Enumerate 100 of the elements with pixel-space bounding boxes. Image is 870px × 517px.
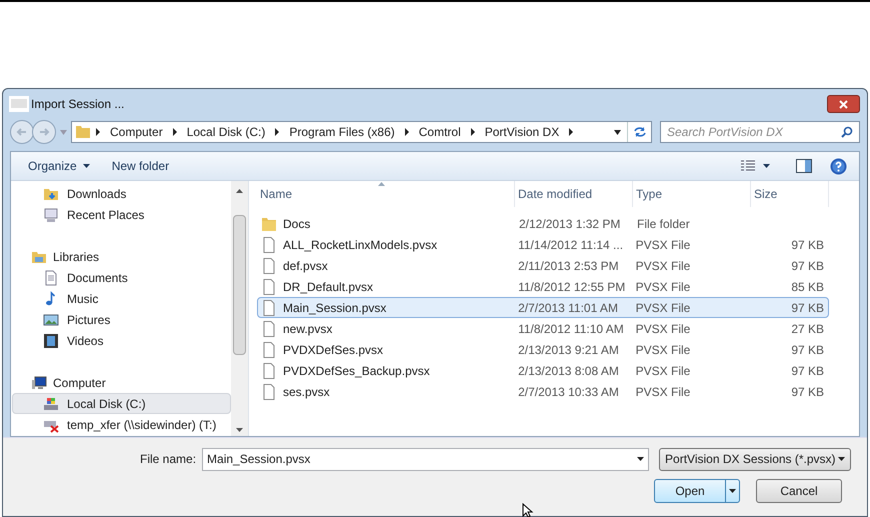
date-cell-text: 11/8/2012 12:55 PM (517, 278, 626, 296)
column-header[interactable]: Name (257, 181, 515, 207)
folder-icon (75, 124, 91, 140)
file-row[interactable]: ses.pvsx 2/7/2013 10:33 AM PVSX File 97 KB (257, 381, 829, 402)
sidebar-item[interactable]: Local Disk (C:) (12, 393, 231, 414)
dropdown-arrow-icon (60, 130, 67, 134)
sidebar-group[interactable]: Libraries (12, 246, 231, 267)
dropdown-arrow-icon (614, 130, 621, 134)
file-icon (261, 342, 277, 358)
search-icon (841, 126, 853, 138)
column-header[interactable]: Date modified (515, 181, 633, 207)
file-row[interactable]: PVDXDefSes.pvsx 2/13/2013 9:21 AM PVSX File 97 KB (257, 339, 829, 360)
file-icon (261, 300, 277, 316)
dropdown-arrow-icon (637, 457, 644, 461)
date-cell-text: 2/13/2013 8:08 AM (517, 362, 620, 380)
breadcrumb-item[interactable]: Computer (110, 123, 163, 141)
file-name: def.pvsx (283, 258, 328, 274)
file-icon (261, 362, 277, 378)
type-cell-text: PVSX File (634, 236, 692, 254)
date-cell-text: 2/11/2013 2:53 PM (517, 258, 620, 274)
cancel-button[interactable]: Cancel (756, 479, 842, 503)
dropdown-arrow-icon (729, 489, 736, 493)
chevron-icon (94, 128, 102, 136)
file-row[interactable]: Docs 2/12/2013 1:32 PM File folder (257, 213, 829, 234)
date-cell-text: 11/8/2012 11:10 AM (517, 320, 625, 338)
type-cell-text: PVSX File (634, 300, 692, 316)
scrollbar[interactable] (231, 181, 248, 436)
column-header[interactable]: Size (751, 181, 829, 207)
file-icon (261, 258, 277, 274)
preview-pane-icon (796, 159, 812, 173)
file-name: Docs (283, 216, 310, 232)
dropdown-arrow-icon (82, 164, 90, 168)
type-cell-text: PVSX File (634, 278, 692, 296)
file-type-dropdown[interactable]: PortVision DX Sessions (*.pvsx) (659, 448, 852, 470)
sort-arrow-icon (378, 182, 385, 186)
dropdown-arrow-icon (838, 457, 846, 461)
organize-button[interactable]: Organize (20, 157, 98, 175)
help-button[interactable] (830, 158, 847, 174)
type-cell-text: PVSX File (634, 342, 692, 358)
file-row[interactable]: PVDXDefSes_Backup.pvsx 2/13/2013 8:08 AM PVSX File 97 KB (257, 360, 829, 381)
breadcrumb-item[interactable]: Local Disk (C:) (186, 123, 266, 141)
file-name-label: File name: (140, 451, 196, 468)
date-cell-text: 11/14/2012 11:14 ... (517, 236, 624, 254)
sidebar-group[interactable]: Computer (12, 372, 231, 393)
sidebar-item[interactable]: Recent Places (12, 204, 231, 225)
chevron-icon (170, 128, 179, 136)
refresh-icon (632, 126, 646, 138)
sidebar-item[interactable]: temp_xfer (\\sidewinder) (T:) (12, 414, 231, 435)
file-row[interactable]: Main_Session.pvsx 2/7/2013 11:01 AM PVSX File 97 KB (257, 297, 829, 318)
size-cell-text: 97 KB (790, 300, 826, 316)
list-view-icon (741, 160, 755, 172)
close-icon (839, 100, 848, 108)
back-arrow-icon (16, 126, 28, 138)
open-button[interactable]: Open (654, 479, 740, 503)
recent-places-icon (43, 206, 59, 222)
breadcrumb-item[interactable]: Comtrol (418, 123, 461, 141)
address-bar[interactable]: Computer Local Disk (C:) Program Files (x86) Comtrol PortVision DX (71, 121, 652, 143)
file-icon (261, 320, 277, 336)
forward-arrow-icon (38, 126, 50, 138)
breadcrumb-item[interactable]: PortVision DX (484, 123, 560, 141)
mouse-cursor-icon (522, 503, 534, 517)
file-row[interactable]: new.pvsx 11/8/2012 11:10 AM PVSX File 27 KB (257, 318, 829, 339)
type-cell-text: PVSX File (634, 384, 692, 400)
file-name: new.pvsx (283, 320, 332, 338)
file-name-field[interactable]: Main_Session.pvsx (202, 448, 650, 470)
size-cell-text: 97 KB (790, 236, 826, 254)
close-button[interactable] (827, 95, 860, 113)
sidebar-item[interactable]: Music (12, 288, 231, 309)
file-name: DR_Default.pvsx (283, 278, 374, 296)
size-cell-text: 27 KB (790, 320, 826, 338)
new-folder-button[interactable]: New folder (104, 157, 178, 175)
file-row[interactable]: ALL_RocketLinxModels.pvsx 11/14/2012 11:14 ... PVSX File 97 KB (257, 234, 829, 255)
date-cell-text: 2/7/2013 11:01 AM (517, 300, 619, 316)
folder-icon (261, 216, 277, 232)
file-icon (261, 384, 277, 400)
sidebar-item[interactable]: Videos (12, 330, 231, 351)
column-header[interactable]: Type (633, 181, 751, 207)
size-cell-text: 97 KB (790, 384, 826, 400)
file-row[interactable]: def.pvsx 2/11/2013 2:53 PM PVSX File 97 KB (257, 255, 829, 276)
size-cell-text: 97 KB (790, 342, 826, 358)
dropdown-arrow-icon (763, 164, 770, 168)
chevron-icon (567, 128, 576, 136)
film-icon (43, 332, 59, 348)
disk-drive-icon (43, 396, 59, 412)
size-cell-text: 85 KB (790, 278, 826, 296)
type-cell-text: File folder (636, 216, 691, 232)
sidebar-item[interactable]: Pictures (12, 309, 231, 330)
file-name: PVDXDefSes_Backup.pvsx (283, 362, 430, 380)
file-name: ses.pvsx (283, 384, 330, 400)
picture-icon (43, 312, 59, 328)
sidebar-item[interactable]: Downloads (12, 183, 231, 204)
type-cell-text: PVSX File (634, 362, 692, 380)
chevron-icon (468, 128, 477, 136)
chevron-icon (402, 128, 411, 136)
breadcrumb-item[interactable]: Program Files (x86) (289, 123, 395, 141)
date-cell-text: 2/7/2013 10:33 AM (517, 384, 620, 400)
help-icon (830, 158, 847, 174)
file-row[interactable]: DR_Default.pvsx 11/8/2012 12:55 PM PVSX File 85 KB (257, 276, 829, 297)
scroll-up-icon (236, 189, 243, 193)
sidebar-item[interactable]: Documents (12, 267, 231, 288)
